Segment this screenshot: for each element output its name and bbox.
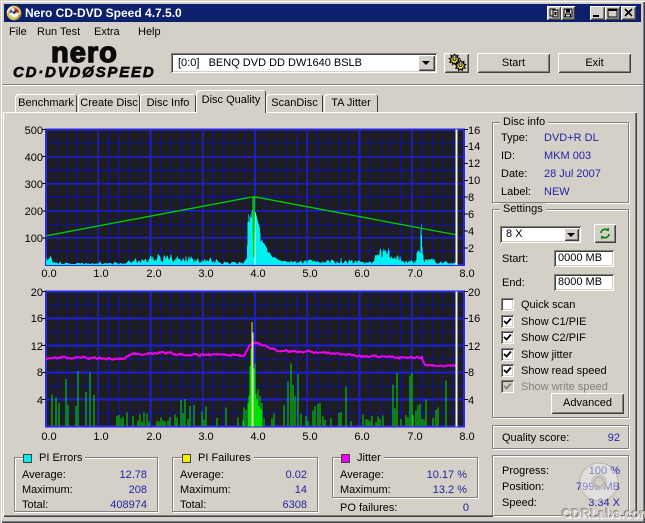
svg-text:2.0: 2.0: [146, 431, 161, 443]
svg-text:400: 400: [25, 152, 43, 164]
svg-text:3.0: 3.0: [198, 268, 213, 280]
svg-text:16: 16: [31, 313, 43, 325]
svg-text:8.0: 8.0: [459, 268, 474, 280]
svg-text:6: 6: [468, 209, 474, 221]
svg-text:16: 16: [468, 125, 480, 137]
svg-text:6.0: 6.0: [354, 431, 369, 443]
svg-text:10: 10: [468, 175, 480, 187]
svg-text:100: 100: [25, 233, 43, 245]
svg-text:4.0: 4.0: [250, 268, 265, 280]
svg-text:4: 4: [468, 395, 474, 407]
svg-text:4: 4: [37, 395, 43, 407]
svg-text:4: 4: [468, 226, 474, 238]
svg-text:2: 2: [468, 243, 474, 255]
svg-text:4.0: 4.0: [250, 431, 265, 443]
svg-text:7.0: 7.0: [407, 431, 422, 443]
svg-text:200: 200: [25, 206, 43, 218]
svg-text:12: 12: [468, 158, 480, 170]
svg-text:6.0: 6.0: [354, 268, 369, 280]
svg-text:8.0: 8.0: [459, 431, 474, 443]
svg-text:8: 8: [468, 192, 474, 204]
svg-text:500: 500: [25, 125, 43, 137]
svg-text:7.0: 7.0: [407, 268, 422, 280]
svg-text:0.0: 0.0: [41, 268, 56, 280]
svg-text:14: 14: [468, 141, 480, 153]
svg-text:3.0: 3.0: [198, 431, 213, 443]
svg-text:1.0: 1.0: [93, 268, 108, 280]
svg-text:16: 16: [468, 313, 480, 325]
svg-text:5.0: 5.0: [302, 431, 317, 443]
svg-text:2.0: 2.0: [146, 268, 161, 280]
svg-text:300: 300: [25, 179, 43, 191]
svg-text:8: 8: [468, 367, 474, 379]
svg-text:12: 12: [31, 341, 43, 353]
svg-text:0.0: 0.0: [41, 431, 56, 443]
svg-text:20: 20: [31, 287, 43, 299]
svg-text:1.0: 1.0: [93, 431, 108, 443]
svg-text:5.0: 5.0: [302, 268, 317, 280]
svg-text:12: 12: [468, 341, 480, 353]
svg-text:20: 20: [468, 287, 480, 299]
